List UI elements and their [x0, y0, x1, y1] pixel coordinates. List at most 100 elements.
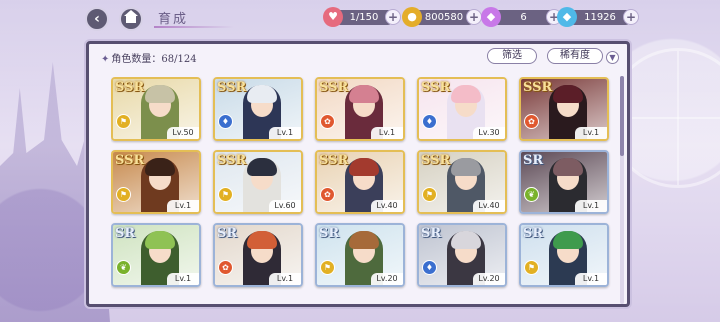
- level-label: Lv.40: [371, 200, 403, 212]
- character-hair: [553, 85, 583, 103]
- character-hair: [247, 231, 277, 249]
- free-gem-add-button[interactable]: +: [623, 9, 639, 25]
- rarity-badge: SSR: [421, 153, 451, 168]
- character-hair: [145, 158, 175, 176]
- rarity-badge: SR: [523, 226, 544, 241]
- top-bar: ‹ 育成 ♥ 1/150 + ● 800580 + ◆ 6 + ◆ 11926 …: [0, 0, 720, 36]
- character-hair: [145, 85, 175, 103]
- rarity-badge: SR: [523, 153, 544, 168]
- rarity-badge: SSR: [319, 80, 349, 95]
- rarity-badge: SSR: [319, 153, 349, 168]
- rarity-badge: SR: [217, 226, 238, 241]
- character-card[interactable]: SR ⚑ Lv.1: [519, 223, 609, 287]
- attribute-yellow-icon: ⚑: [320, 260, 335, 275]
- character-hair: [349, 158, 379, 176]
- character-card[interactable]: SSR ⚑ Lv.50: [111, 77, 201, 141]
- attribute-yellow-icon: ⚑: [116, 114, 131, 129]
- scrollbar[interactable]: [620, 76, 624, 304]
- sort-order-button[interactable]: ▼: [606, 51, 619, 64]
- title-underline: [154, 26, 234, 28]
- stamina-icon: ♥: [323, 7, 343, 27]
- character-list-panel: ✦ 角色数量：68/124 筛选 稀有度 ▼ SSR ⚑ Lv.50 SSR ♦ Lv.1 S…: [86, 41, 630, 307]
- stamina-add-button[interactable]: +: [385, 9, 401, 25]
- level-label: Lv.1: [269, 127, 301, 139]
- level-label: Lv.30: [473, 127, 505, 139]
- rarity-sort-button[interactable]: 稀有度: [547, 48, 603, 64]
- character-hair: [553, 231, 583, 249]
- attribute-blue-icon: ♦: [218, 114, 233, 129]
- back-button[interactable]: ‹: [85, 7, 109, 31]
- back-arrow-icon: ‹: [94, 11, 100, 27]
- level-label: Lv.1: [575, 200, 607, 212]
- character-card[interactable]: SSR ✿ Lv.40: [315, 150, 405, 214]
- level-label: Lv.20: [473, 273, 505, 285]
- free-gem-counter: ◆ 11926 +: [557, 7, 639, 27]
- home-icon-body: [126, 15, 136, 23]
- character-hair: [553, 158, 583, 176]
- panel-header: ✦ 角色数量：68/124 筛选 稀有度 ▼: [89, 44, 627, 68]
- character-card[interactable]: SR ❦ Lv.1: [111, 223, 201, 287]
- character-card[interactable]: SSR ♦ Lv.1: [213, 77, 303, 141]
- character-hair: [451, 85, 481, 103]
- level-label: Lv.1: [167, 200, 199, 212]
- rarity-badge: SSR: [217, 80, 247, 95]
- character-card[interactable]: SSR ⚑ Lv.1: [111, 150, 201, 214]
- attribute-yellow-icon: ⚑: [524, 260, 539, 275]
- attribute-red-icon: ✿: [524, 114, 539, 129]
- attribute-blue-icon: ♦: [422, 114, 437, 129]
- attribute-yellow-icon: ⚑: [218, 187, 233, 202]
- free-gem-value: 11926: [584, 12, 616, 23]
- character-count: 角色数量：68/124: [111, 54, 197, 65]
- character-hair: [451, 231, 481, 249]
- character-card[interactable]: SR ⚑ Lv.20: [315, 223, 405, 287]
- character-card[interactable]: SSR ♦ Lv.30: [417, 77, 507, 141]
- sparkle-icon: ✦: [101, 54, 110, 65]
- character-card[interactable]: SSR ✿ Lv.1: [519, 77, 609, 141]
- character-hair: [451, 158, 481, 176]
- attribute-red-icon: ✿: [320, 114, 335, 129]
- rarity-badge: SSR: [421, 80, 451, 95]
- level-label: Lv.1: [167, 273, 199, 285]
- stamina-value: 1/150: [349, 12, 379, 23]
- level-label: Lv.1: [575, 273, 607, 285]
- character-card-grid: SSR ⚑ Lv.50 SSR ♦ Lv.1 SSR ✿ Lv.1 SSR ♦ Lv.30 SSR ✿ Lv…: [111, 77, 617, 307]
- character-hair: [349, 85, 379, 103]
- level-label: Lv.1: [371, 127, 403, 139]
- filter-button[interactable]: 筛选: [487, 48, 537, 64]
- gold-add-button[interactable]: +: [466, 9, 482, 25]
- attribute-green-icon: ❦: [116, 260, 131, 275]
- character-card[interactable]: SSR ✿ Lv.1: [315, 77, 405, 141]
- level-label: Lv.1: [575, 127, 607, 139]
- paid-gem-counter: ◆ 6 +: [481, 7, 562, 27]
- rarity-badge: SR: [115, 226, 136, 241]
- rarity-badge: SR: [319, 226, 340, 241]
- attribute-red-icon: ✿: [218, 260, 233, 275]
- chevron-down-icon: ▼: [609, 53, 616, 62]
- rarity-badge: SSR: [217, 153, 247, 168]
- character-card[interactable]: SR ✿ Lv.1: [213, 223, 303, 287]
- pink-diamond-icon: ◆: [481, 7, 501, 27]
- attribute-blue-icon: ♦: [422, 260, 437, 275]
- level-label: Lv.40: [473, 200, 505, 212]
- paid-gem-value: 6: [520, 12, 527, 23]
- character-hair: [247, 158, 277, 176]
- character-card[interactable]: SR ❦ Lv.1: [519, 150, 609, 214]
- attribute-green-icon: ❦: [524, 187, 539, 202]
- rarity-badge: SSR: [115, 80, 145, 95]
- character-card[interactable]: SSR ⚑ Lv.40: [417, 150, 507, 214]
- character-count-label: ✦ 角色数量：68/124: [101, 50, 197, 65]
- coin-icon: ●: [402, 7, 422, 27]
- character-hair: [349, 231, 379, 249]
- attribute-red-icon: ✿: [320, 187, 335, 202]
- character-card[interactable]: SR ♦ Lv.20: [417, 223, 507, 287]
- attribute-yellow-icon: ⚑: [422, 187, 437, 202]
- level-label: Lv.50: [167, 127, 199, 139]
- character-hair: [247, 85, 277, 103]
- scrollbar-thumb[interactable]: [620, 76, 624, 156]
- stamina-counter: ♥ 1/150 +: [323, 7, 401, 27]
- level-label: Lv.1: [269, 273, 301, 285]
- character-card[interactable]: SSR ⚑ Lv.60: [213, 150, 303, 214]
- character-hair: [145, 231, 175, 249]
- rarity-badge: SSR: [523, 80, 553, 95]
- home-button[interactable]: [119, 7, 143, 31]
